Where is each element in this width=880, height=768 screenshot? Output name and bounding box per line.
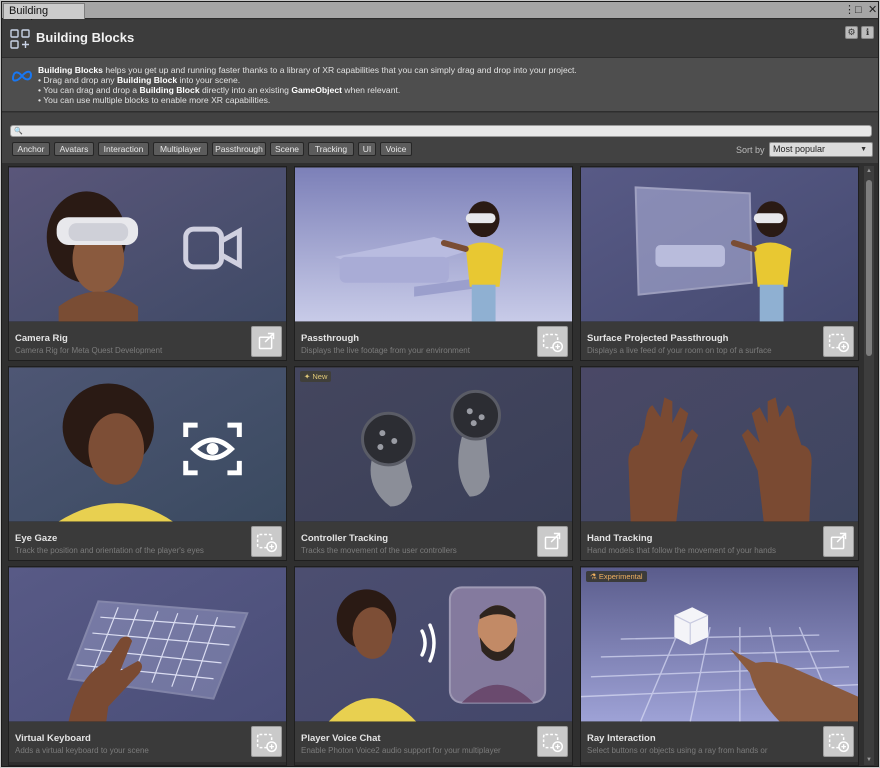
blocks-grid: Camera Rig Camera Rig for Meta Quest Dev… <box>2 163 878 766</box>
experimental-badge: ⚗ Experimental <box>586 571 647 582</box>
voice-chat-thumbnail <box>295 567 572 722</box>
toolbar: 🔍 Anchor Avatars Interaction Multiplayer… <box>2 113 878 163</box>
ray-interaction-thumbnail <box>581 567 858 722</box>
surface-passthrough-thumbnail <box>581 167 858 322</box>
card-subtitle: Track the position and orientation of th… <box>15 546 204 555</box>
add-block-button[interactable] <box>823 326 854 357</box>
card-subtitle: Adds a virtual keyboard to your scene <box>15 746 149 755</box>
scroll-down-icon[interactable]: ▼ <box>865 757 873 763</box>
description-panel: Building Blocks helps you get up and run… <box>2 57 878 112</box>
scrollbar-thumb[interactable] <box>866 180 872 356</box>
filter-tracking[interactable]: Tracking <box>308 142 354 156</box>
filter-ui[interactable]: UI <box>358 142 376 156</box>
settings-icon[interactable]: ⚙ <box>845 26 858 39</box>
card-footer: Hand Tracking Hand models that follow th… <box>581 522 858 560</box>
card-subtitle: Hand models that follow the movement of … <box>587 546 776 555</box>
card-title: Passthrough <box>301 333 360 344</box>
eye-gaze-thumbnail <box>9 367 286 522</box>
editor-tab-bar: Building Blocks ⋮ □ ✕ <box>2 2 878 30</box>
block-card-ray-interaction[interactable]: ⚗ Experimental Ray Interaction Select bu… <box>580 566 859 766</box>
close-icon[interactable]: ✕ <box>868 3 877 17</box>
block-card-virtual-keyboard[interactable]: Virtual Keyboard Adds a virtual keyboard… <box>8 566 287 766</box>
card-footer: Surface Projected Passthrough Displays a… <box>581 322 858 360</box>
description-text: Building Blocks helps you get up and run… <box>38 65 577 105</box>
block-card-hand-tracking[interactable]: Hand Tracking Hand models that follow th… <box>580 366 859 561</box>
card-title: Player Voice Chat <box>301 733 381 744</box>
filter-passthrough[interactable]: Passthrough <box>212 142 266 156</box>
card-footer: Passthrough Displays the live footage fr… <box>295 322 572 360</box>
card-subtitle: Camera Rig for Meta Quest Development <box>15 346 163 355</box>
filter-multiplayer[interactable]: Multiplayer <box>153 142 208 156</box>
tab-building-blocks[interactable]: Building Blocks <box>3 3 85 30</box>
card-title: Hand Tracking <box>587 533 653 544</box>
card-footer: Player Voice Chat Enable Photon Voice2 a… <box>295 722 572 762</box>
block-card-surface-projected-passthrough[interactable]: Surface Projected Passthrough Displays a… <box>580 166 859 361</box>
camera-rig-thumbnail <box>9 167 286 322</box>
building-blocks-window: Building Blocks ⋮ □ ✕ Building Blocks ⚙ … <box>1 1 879 767</box>
maximize-icon[interactable]: □ <box>855 3 862 17</box>
add-block-button[interactable] <box>537 726 568 757</box>
filter-interaction[interactable]: Interaction <box>98 142 149 156</box>
info-icon[interactable]: ℹ <box>861 26 874 39</box>
card-title: Camera Rig <box>15 333 68 344</box>
card-title: Virtual Keyboard <box>15 733 91 744</box>
block-card-camera-rig[interactable]: Camera Rig Camera Rig for Meta Quest Dev… <box>8 166 287 361</box>
card-subtitle: Enable Photon Voice2 audio support for y… <box>301 746 501 755</box>
card-subtitle: Tracks the movement of the user controll… <box>301 546 457 555</box>
scroll-up-icon[interactable]: ▲ <box>865 168 873 174</box>
sort-dropdown[interactable]: Most popular ▼ <box>769 142 873 157</box>
add-block-button[interactable] <box>251 526 282 557</box>
add-block-button[interactable] <box>251 726 282 757</box>
card-footer: Camera Rig Camera Rig for Meta Quest Dev… <box>9 322 286 360</box>
hand-tracking-thumbnail <box>581 367 858 522</box>
add-block-button[interactable] <box>823 726 854 757</box>
search-icon: 🔍 <box>14 128 23 135</box>
passthrough-thumbnail <box>295 167 572 322</box>
vertical-scrollbar[interactable]: ▲ ▼ <box>864 166 874 765</box>
card-title: Surface Projected Passthrough <box>587 333 729 344</box>
panel-header: Building Blocks ⚙ ℹ <box>2 20 878 57</box>
card-subtitle: Displays a live feed of your room on top… <box>587 346 772 355</box>
card-subtitle: Displays the live footage from your envi… <box>301 346 470 355</box>
more-menu-icon[interactable]: ⋮ <box>844 3 855 17</box>
open-block-button[interactable] <box>823 526 854 557</box>
controller-tracking-thumbnail <box>295 367 572 522</box>
card-footer: Virtual Keyboard Adds a virtual keyboard… <box>9 722 286 762</box>
filter-avatars[interactable]: Avatars <box>54 142 94 156</box>
search-input[interactable]: 🔍 <box>10 125 872 137</box>
chevron-down-icon: ▼ <box>860 146 867 153</box>
panel-title: Building Blocks <box>36 30 135 45</box>
block-card-eye-gaze[interactable]: Eye Gaze Track the position and orientat… <box>8 366 287 561</box>
new-badge: ✦ New <box>300 371 332 382</box>
filter-voice[interactable]: Voice <box>380 142 412 156</box>
card-title: Ray Interaction <box>587 733 656 744</box>
card-footer: Eye Gaze Track the position and orientat… <box>9 522 286 560</box>
filter-scene[interactable]: Scene <box>270 142 304 156</box>
card-footer: Ray Interaction Select buttons or object… <box>581 722 858 762</box>
card-footer: Controller Tracking Tracks the movement … <box>295 522 572 560</box>
virtual-keyboard-thumbnail <box>9 567 286 722</box>
card-subtitle: Select buttons or objects using a ray fr… <box>587 746 768 755</box>
block-card-controller-tracking[interactable]: ✦ New Controller Tracking Tracks the mov… <box>294 366 573 561</box>
block-card-passthrough[interactable]: Passthrough Displays the live footage fr… <box>294 166 573 361</box>
open-block-button[interactable] <box>251 326 282 357</box>
open-block-button[interactable] <box>537 526 568 557</box>
sort-label: Sort by <box>736 145 765 155</box>
block-card-player-voice-chat[interactable]: Player Voice Chat Enable Photon Voice2 a… <box>294 566 573 766</box>
card-title: Eye Gaze <box>15 533 58 544</box>
sort-selected: Most popular <box>773 144 826 154</box>
add-block-button[interactable] <box>537 326 568 357</box>
filter-anchor[interactable]: Anchor <box>12 142 50 156</box>
card-title: Controller Tracking <box>301 533 389 544</box>
building-blocks-icon <box>10 29 30 49</box>
meta-logo-icon <box>11 70 33 82</box>
